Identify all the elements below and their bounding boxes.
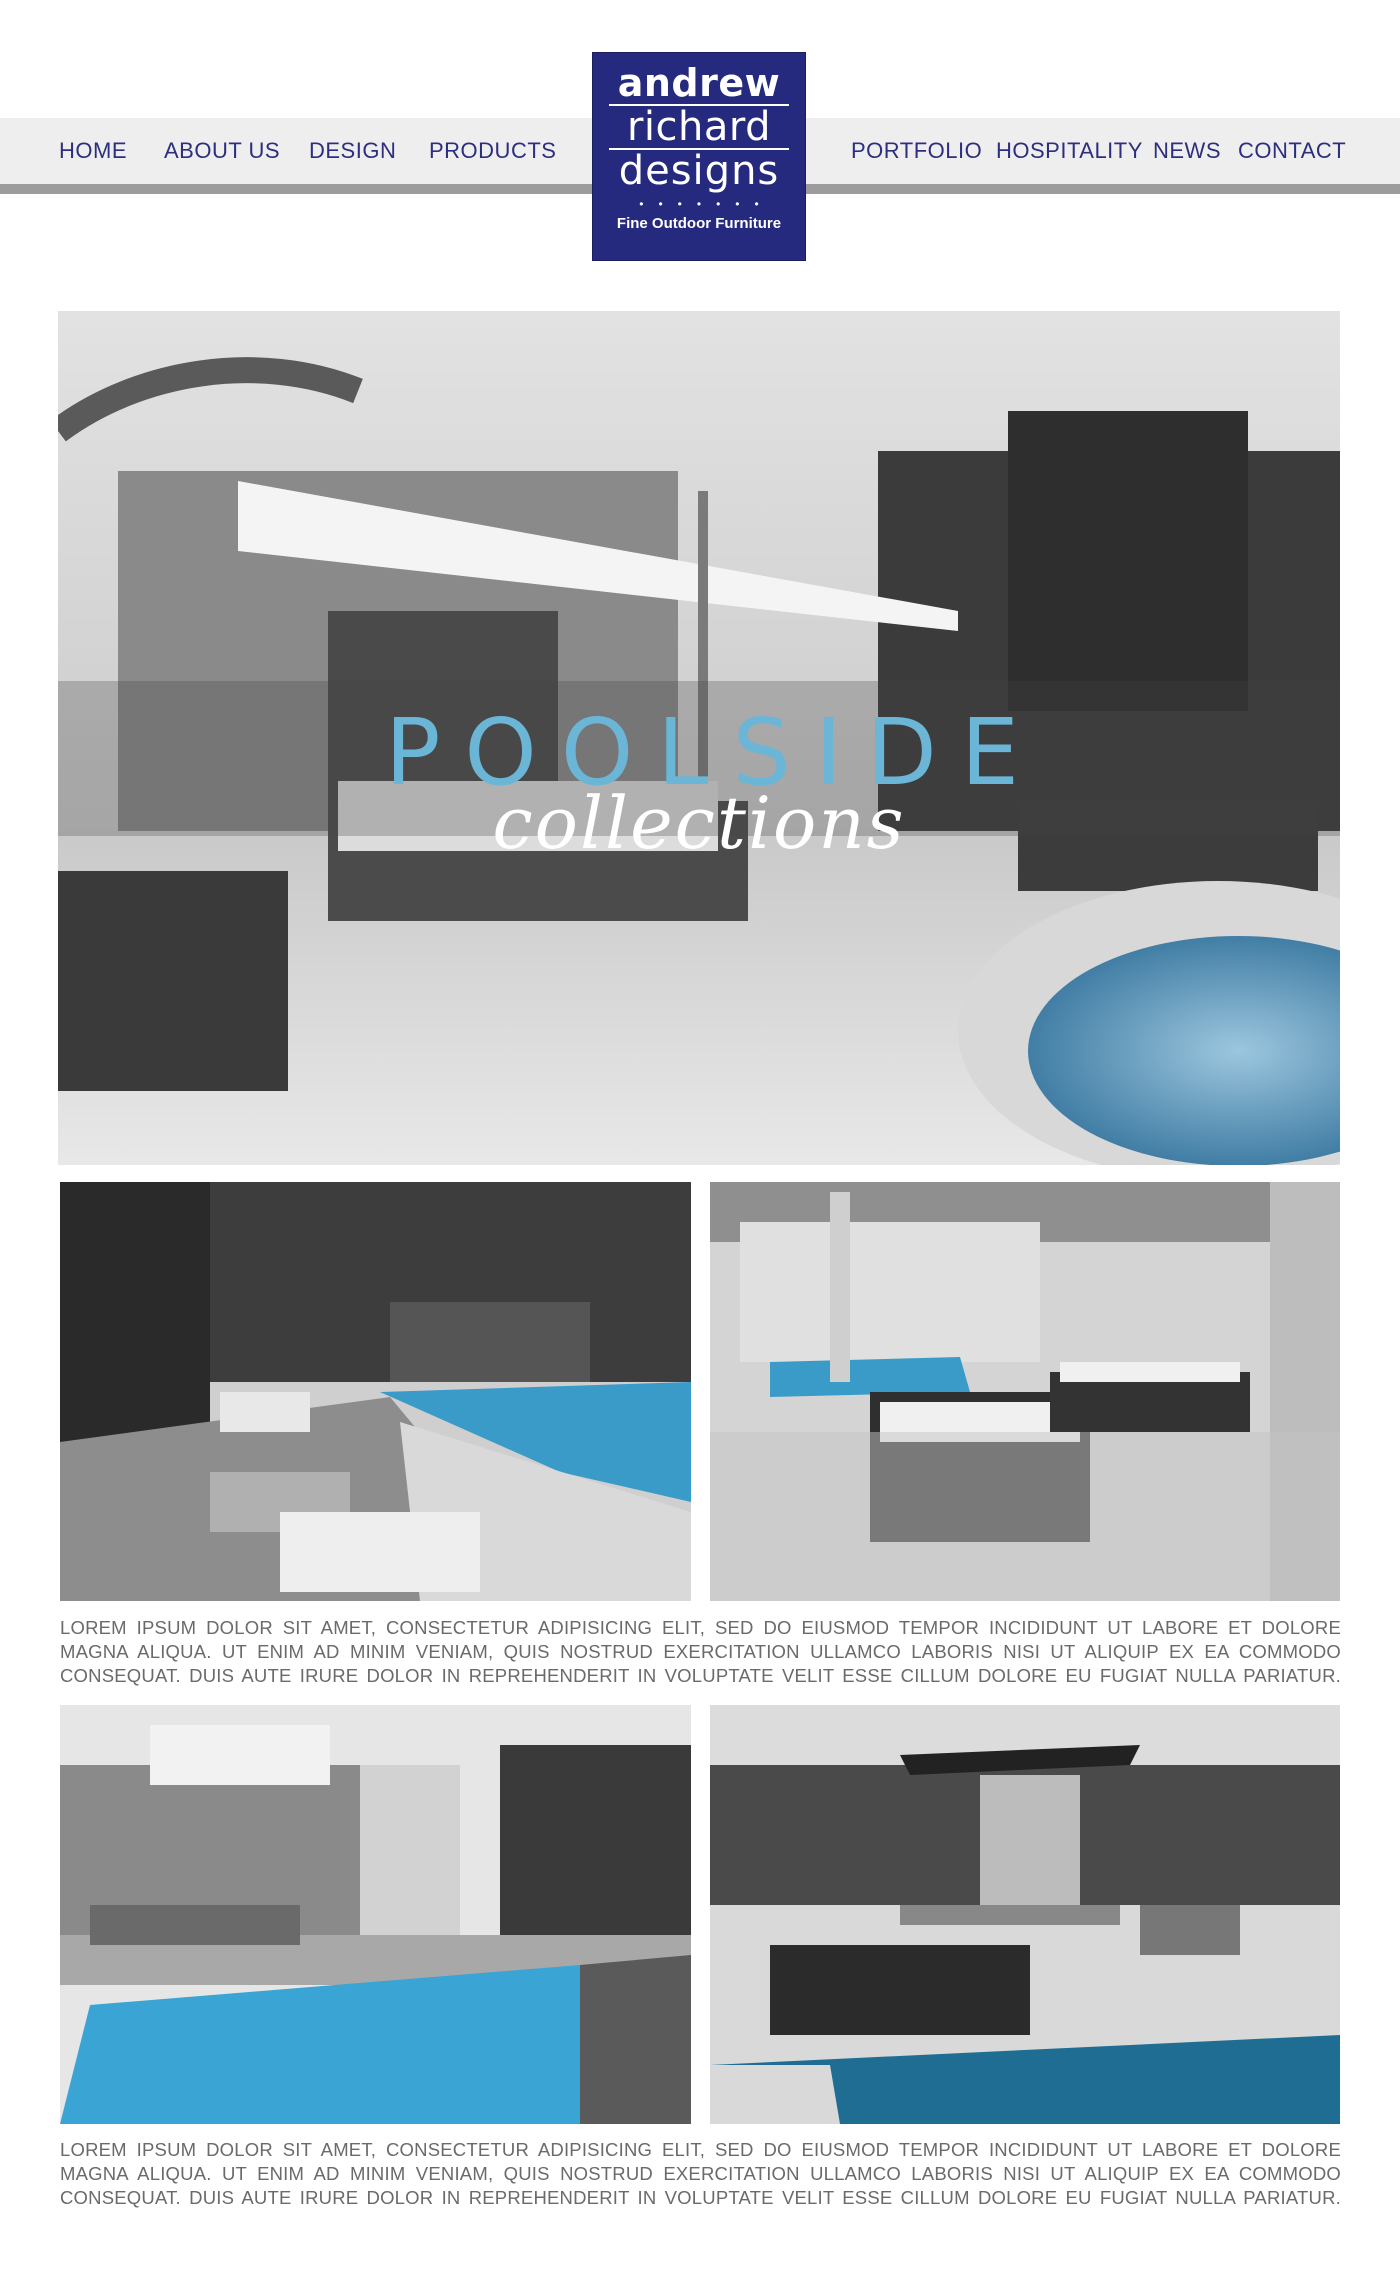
pool-deck-illustration [60, 1182, 691, 1601]
nav-home[interactable]: HOME [59, 138, 127, 164]
gallery-photo-covered-patio[interactable] [710, 1182, 1340, 1601]
nav-about-us[interactable]: ABOUT US [164, 138, 280, 164]
gallery-photo-fireplace-patio[interactable] [710, 1705, 1340, 2124]
logo-line-andrew: andrew [617, 61, 781, 105]
logo-line-richard: richard [626, 104, 772, 150]
logo-dots: ••••••• [639, 197, 774, 211]
nav-design[interactable]: DESIGN [309, 138, 396, 164]
fireplace-patio-illustration [710, 1705, 1340, 2124]
brand-logo[interactable]: andrew richard designs ••••••• Fine Outd… [592, 52, 806, 261]
nav-contact[interactable]: CONTACT [1238, 138, 1346, 164]
hero-image: POOLSIDE collections [58, 311, 1340, 1165]
hero-subtitle: collections [492, 781, 906, 865]
nav-news[interactable]: NEWS [1153, 138, 1221, 164]
logo-tagline: Fine Outdoor Furniture [616, 215, 782, 232]
logo-line-designs: designs [618, 148, 780, 194]
nav-hospitality[interactable]: HOSPITALITY [996, 138, 1143, 164]
gallery-caption-2: Lorem ipsum dolor sit amet, consectetur … [60, 2139, 1341, 2208]
gallery-photo-pool-deck[interactable] [60, 1182, 691, 1601]
gallery-photo-modern-pool[interactable] [60, 1705, 691, 2124]
nav-products[interactable]: PRODUCTS [429, 138, 556, 164]
modern-pool-illustration [60, 1705, 691, 2124]
gallery-caption-1: Lorem ipsum dolor sit amet, consectetur … [60, 1617, 1341, 1686]
nav-portfolio[interactable]: PORTFOLIO [851, 138, 982, 164]
covered-patio-illustration [710, 1182, 1340, 1601]
